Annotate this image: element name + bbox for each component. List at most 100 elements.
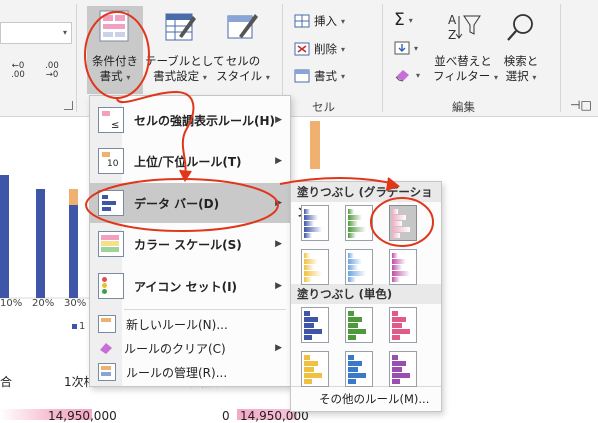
legend-label: 1 xyxy=(79,321,86,332)
decrease-decimal-button[interactable]: .00 →0 xyxy=(42,62,62,84)
format-label: 書式 xyxy=(314,69,337,83)
more-rules-item[interactable]: その他のルール(M)... xyxy=(319,391,429,407)
bar-sample xyxy=(304,373,322,378)
chart-bar xyxy=(0,175,9,298)
bar-sample xyxy=(348,227,366,232)
solid-fill-option[interactable] xyxy=(301,351,329,387)
svg-text:Z: Z xyxy=(448,28,456,42)
sort-filter-label-1: 並べ替えと xyxy=(434,54,492,68)
gradient-fill-header: 塗りつぶし (グラデーション) xyxy=(291,182,441,219)
bar-sample xyxy=(348,277,356,282)
bar-sample xyxy=(392,265,402,270)
solid-fill-option[interactable] xyxy=(345,307,373,343)
bar-sample xyxy=(348,367,358,372)
clear-button[interactable]: ▾ xyxy=(394,68,420,82)
format-as-table-label-2: 書式設定 xyxy=(153,69,200,83)
chevron-down-icon: ▾ xyxy=(341,71,346,81)
gradient-fill-option[interactable] xyxy=(345,205,373,241)
format-as-table-button[interactable]: テーブルとして 書式設定 ▾ xyxy=(145,6,224,94)
bar-sample xyxy=(304,233,312,238)
increase-decimal-button[interactable]: ←0.00 xyxy=(8,62,28,84)
sort-filter-button[interactable]: A Z 並べ替えと フィルター ▾ xyxy=(433,6,498,94)
bar-sample xyxy=(348,317,362,322)
bar-sample xyxy=(348,221,358,226)
color-scales-icon xyxy=(98,231,124,257)
insert-button[interactable]: 挿入 ▾ xyxy=(294,13,345,29)
solid-fill-option[interactable] xyxy=(345,351,373,387)
format-button[interactable]: 書式 ▾ xyxy=(294,68,345,84)
menu-item-label: 上位/下位ルール(T) xyxy=(134,154,242,169)
delete-cells-icon xyxy=(294,42,310,56)
gradient-fill-option[interactable] xyxy=(389,249,417,285)
menu-item-color-scales[interactable]: カラー スケール(S) ▶ xyxy=(90,224,290,264)
bar-sample xyxy=(392,367,402,372)
cell-styles-label-2: スタイル xyxy=(216,69,263,83)
data-bars-submenu: 塗りつぶし (グラデーション) 塗りつぶし (単色) その他のルール(M)... xyxy=(290,181,442,412)
bar-sample xyxy=(392,221,402,226)
pin-ribbon-icon[interactable]: ⊣□ xyxy=(570,98,592,112)
bar-sample xyxy=(348,271,366,276)
bar-sample xyxy=(304,259,318,264)
conditional-formatting-button[interactable]: 条件付き 書式 ▾ xyxy=(87,6,143,94)
header-cell: 合 xyxy=(0,375,13,389)
gradient-fill-option[interactable] xyxy=(301,249,329,285)
solid-fill-option[interactable] xyxy=(389,307,417,343)
chevron-down-icon: ▾ xyxy=(341,44,346,54)
bar-sample xyxy=(348,323,358,328)
bar-sample xyxy=(348,253,354,258)
bar-sample xyxy=(392,259,406,264)
fill-button[interactable]: ▾ xyxy=(394,41,418,55)
data-bars-icon xyxy=(98,190,124,216)
conditional-formatting-label-1: 条件付き xyxy=(92,54,138,68)
fill-down-icon xyxy=(394,41,410,55)
menu-item-icon-sets[interactable]: アイコン セット(I) ▶ xyxy=(90,266,290,306)
bar-sample xyxy=(392,215,406,220)
format-as-table-icon xyxy=(165,13,196,41)
chevron-right-icon: ▶ xyxy=(275,198,282,208)
menu-item-clear-rules[interactable]: ルールのクリア(C) ▶ xyxy=(90,336,290,360)
bar-sample xyxy=(392,373,410,378)
chevron-down-icon: ▾ xyxy=(408,15,413,25)
gradient-fill-option[interactable] xyxy=(301,205,329,241)
top-bottom-rules-icon: 10 xyxy=(98,148,124,174)
x-tick: 10% xyxy=(0,298,23,309)
bar-sample xyxy=(304,317,318,322)
menu-item-highlight-rules[interactable]: ≤ セルの強調表示ルール(H) ▶ xyxy=(90,100,290,140)
solid-fill-option[interactable] xyxy=(389,351,417,387)
cell-styles-button[interactable]: セルの スタイル ▾ xyxy=(215,6,271,94)
menu-item-label: 新しいルール(N)... xyxy=(126,317,228,332)
solid-fill-option[interactable] xyxy=(301,307,329,343)
x-tick: 30% xyxy=(64,298,87,309)
bar-sample xyxy=(304,361,318,366)
autosum-button[interactable]: Σ ▾ xyxy=(394,10,413,30)
delete-button[interactable]: 削除 ▾ xyxy=(294,41,345,57)
bar-sample xyxy=(392,227,410,232)
conditional-formatting-menu: ≤ セルの強調表示ルール(H) ▶ 10 上位/下位ルール(T) ▶ データ バ… xyxy=(89,95,291,387)
gradient-fill-option[interactable] xyxy=(345,249,373,285)
chevron-right-icon: ▶ xyxy=(275,115,282,125)
menu-item-new-rule[interactable]: 新しいルール(N)... xyxy=(90,312,290,336)
chevron-down-icon: ▾ xyxy=(414,43,419,53)
bar-sample xyxy=(304,221,314,226)
highlight-rules-icon: ≤ xyxy=(98,107,124,133)
menu-item-manage-rules[interactable]: ルールの管理(R)... xyxy=(90,360,290,384)
decrease-decimal-icon: .00 →0 xyxy=(45,61,59,80)
bar-sample xyxy=(304,323,314,328)
bar-sample xyxy=(304,271,322,276)
bar-sample xyxy=(348,335,356,340)
chevron-down-icon: ▾ xyxy=(416,70,421,80)
value-cell: 14,950,000 xyxy=(48,409,117,423)
chevron-right-icon: ▶ xyxy=(275,156,282,166)
bar-sample xyxy=(348,311,354,316)
gradient-fill-option[interactable] xyxy=(389,205,417,241)
menu-item-data-bars[interactable]: データ バー(D) ▶ xyxy=(90,183,290,223)
chevron-down-icon: ▾ xyxy=(532,73,537,82)
bar-sample xyxy=(392,361,406,366)
menu-item-top-bottom-rules[interactable]: 10 上位/下位ルール(T) ▶ xyxy=(90,141,290,181)
bar-sample xyxy=(392,271,410,276)
dialog-launcher-icon[interactable] xyxy=(64,101,73,110)
find-select-button[interactable]: 検索と 選択 ▾ xyxy=(496,6,546,94)
chart-bar-orange xyxy=(310,121,320,169)
magnifier-icon xyxy=(507,14,533,41)
font-size-box[interactable]: ▾ xyxy=(0,22,72,44)
